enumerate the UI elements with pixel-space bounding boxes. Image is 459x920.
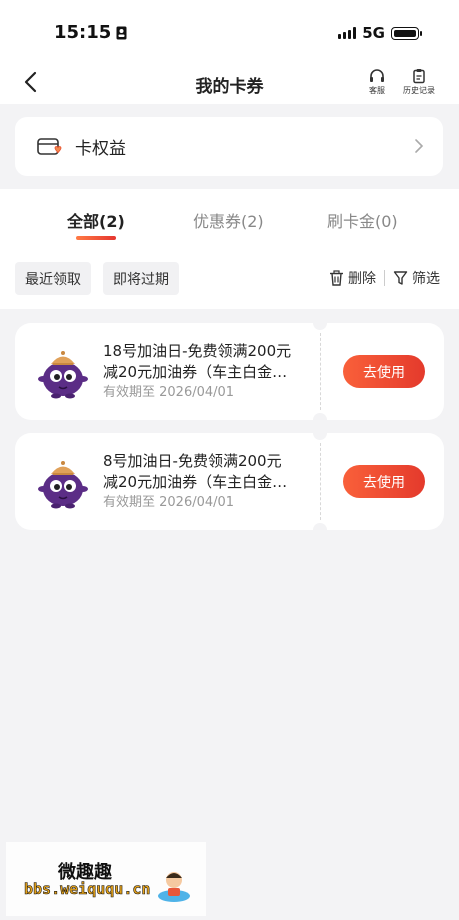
card-benefits-label: 卡权益 <box>75 139 126 159</box>
history-button[interactable]: 历史记录 <box>403 68 435 96</box>
watermark-url: bbs.weiququ.cn <box>24 880 151 899</box>
filter-button[interactable]: 筛选 <box>393 268 440 288</box>
watermark-figure-icon <box>158 872 190 902</box>
coupon-card: 18号加油日-免费领满200元 减20元加油券（车主白金… 有效期至 2026/… <box>15 316 444 427</box>
mascot-icon <box>38 461 88 509</box>
tab-active-indicator <box>76 236 116 240</box>
network-label: 5G <box>362 24 385 42</box>
clipboard-icon <box>413 69 425 84</box>
coupon-expiry: 有效期至 2026/04/01 <box>103 385 235 400</box>
coupon-divider <box>320 443 321 520</box>
tab-card-credit[interactable]: 刷卡金(0) <box>327 208 398 232</box>
recent-received-chip[interactable]: 最近领取 <box>15 262 91 295</box>
battery-icon <box>391 26 422 40</box>
chevron-right-icon <box>415 139 424 153</box>
delete-button[interactable]: 删除 <box>329 268 376 288</box>
tool-divider <box>384 270 385 286</box>
status-time: 15:15 <box>54 22 127 43</box>
use-coupon-button[interactable]: 去使用 <box>343 355 425 388</box>
use-coupon-button[interactable]: 去使用 <box>343 465 425 498</box>
coupon-notch <box>313 523 327 537</box>
tab-all[interactable]: 全部(2) <box>67 208 125 232</box>
coupon-title: 8号加油日-免费领满200元 减20元加油券（车主白金… <box>103 452 288 491</box>
page-title: 我的卡券 <box>195 77 264 97</box>
coupon-divider <box>320 333 321 410</box>
card-benefits-row[interactable]: 卡权益 <box>15 117 443 176</box>
customer-service-button[interactable]: 客服 <box>368 68 386 96</box>
mascot-icon <box>38 351 88 399</box>
tab-coupons[interactable]: 优惠券(2) <box>193 208 264 232</box>
expiring-soon-chip[interactable]: 即将过期 <box>103 262 179 295</box>
status-indicators: 5G <box>338 24 422 42</box>
trash-icon <box>330 270 343 286</box>
coupon-notch <box>313 316 327 330</box>
coupon-card: 8号加油日-免费领满200元 减20元加油券（车主白金… 有效期至 2026/0… <box>15 426 444 537</box>
id-card-icon <box>116 26 127 39</box>
card-benefit-icon <box>37 137 62 155</box>
signal-icon <box>338 27 357 39</box>
coupon-notch <box>313 413 327 427</box>
coupon-expiry: 有效期至 2026/04/01 <box>103 495 235 510</box>
funnel-icon <box>393 271 408 285</box>
headset-icon <box>370 69 384 82</box>
coupon-notch <box>313 426 327 440</box>
coupon-title: 18号加油日-免费领满200元 减20元加油券（车主白金… <box>103 342 292 381</box>
